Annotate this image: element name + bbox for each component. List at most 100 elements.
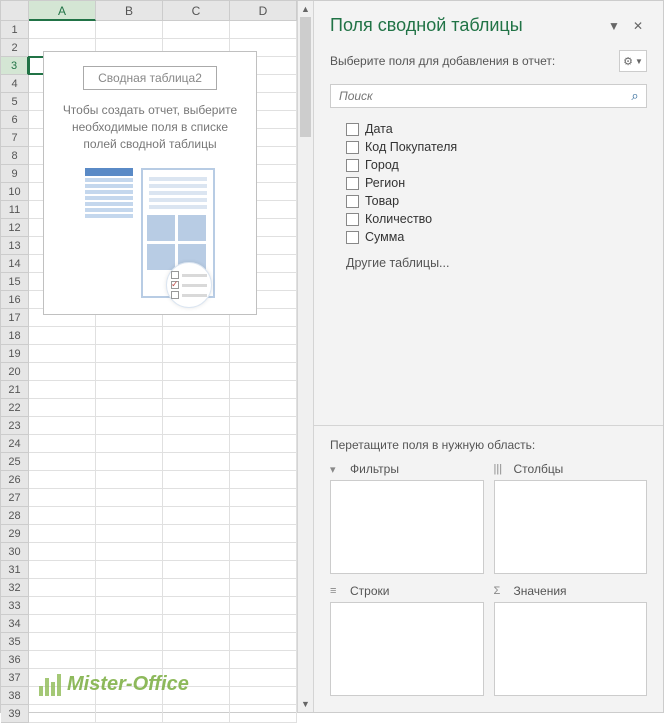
cell[interactable] <box>29 561 96 579</box>
row-header[interactable]: 31 <box>1 561 29 579</box>
cell[interactable] <box>96 543 163 561</box>
field-item[interactable]: Город <box>346 156 631 174</box>
cell[interactable] <box>163 597 230 615</box>
row-header[interactable]: 32 <box>1 579 29 597</box>
row-header[interactable]: 36 <box>1 651 29 669</box>
cell[interactable] <box>29 651 96 669</box>
cell[interactable] <box>29 615 96 633</box>
field-checkbox[interactable] <box>346 123 359 136</box>
row-header[interactable]: 4 <box>1 75 29 93</box>
cell[interactable] <box>163 435 230 453</box>
cell[interactable] <box>163 381 230 399</box>
col-header-b[interactable]: B <box>96 1 163 21</box>
scroll-down-arrow[interactable]: ▼ <box>298 696 313 712</box>
search-box[interactable]: ⌕ <box>330 84 647 108</box>
filters-dropbox[interactable] <box>330 480 484 574</box>
field-checkbox[interactable] <box>346 141 359 154</box>
field-checkbox[interactable] <box>346 213 359 226</box>
cell[interactable] <box>29 579 96 597</box>
row-header[interactable]: 27 <box>1 489 29 507</box>
row-header[interactable]: 24 <box>1 435 29 453</box>
row-header[interactable]: 16 <box>1 291 29 309</box>
cell[interactable] <box>163 615 230 633</box>
row-header[interactable]: 20 <box>1 363 29 381</box>
cell[interactable] <box>230 489 297 507</box>
cell[interactable] <box>230 597 297 615</box>
cell[interactable] <box>230 399 297 417</box>
field-item[interactable]: Количество <box>346 210 631 228</box>
row-header[interactable]: 37 <box>1 669 29 687</box>
cell[interactable] <box>230 705 297 723</box>
row-header[interactable]: 39 <box>1 705 29 723</box>
row-header[interactable]: 9 <box>1 165 29 183</box>
cell[interactable] <box>230 633 297 651</box>
cell[interactable] <box>96 615 163 633</box>
row-header[interactable]: 33 <box>1 597 29 615</box>
cell[interactable] <box>96 21 163 39</box>
panel-dropdown-icon[interactable]: ▼ <box>605 17 623 35</box>
field-item[interactable]: Товар <box>346 192 631 210</box>
cell[interactable] <box>29 345 96 363</box>
cell[interactable] <box>163 345 230 363</box>
cell[interactable] <box>96 327 163 345</box>
row-header[interactable]: 5 <box>1 93 29 111</box>
cell[interactable] <box>29 705 96 723</box>
cell[interactable] <box>29 525 96 543</box>
cell[interactable] <box>163 705 230 723</box>
cell[interactable] <box>96 633 163 651</box>
field-item[interactable]: Код Покупателя <box>346 138 631 156</box>
vertical-scrollbar[interactable]: ▲ ▼ <box>297 1 313 712</box>
cell[interactable] <box>29 435 96 453</box>
row-header[interactable]: 10 <box>1 183 29 201</box>
cell[interactable] <box>163 687 230 705</box>
cell[interactable] <box>163 327 230 345</box>
row-header[interactable]: 23 <box>1 417 29 435</box>
cell[interactable] <box>96 435 163 453</box>
columns-dropbox[interactable] <box>494 480 648 574</box>
col-header-a[interactable]: A <box>29 1 96 21</box>
cell[interactable] <box>96 417 163 435</box>
row-header[interactable]: 13 <box>1 237 29 255</box>
cell[interactable] <box>29 597 96 615</box>
row-header[interactable]: 2 <box>1 39 29 57</box>
cell[interactable] <box>163 525 230 543</box>
cell[interactable] <box>163 453 230 471</box>
cell[interactable] <box>163 21 230 39</box>
cell[interactable] <box>230 453 297 471</box>
cell[interactable] <box>96 507 163 525</box>
columns-zone[interactable]: ||| Столбцы <box>494 462 648 574</box>
cell[interactable] <box>230 615 297 633</box>
row-header[interactable]: 26 <box>1 471 29 489</box>
cell[interactable] <box>163 417 230 435</box>
cell[interactable] <box>29 669 96 687</box>
row-header[interactable]: 28 <box>1 507 29 525</box>
cell[interactable] <box>230 435 297 453</box>
scroll-thumb[interactable] <box>300 17 311 137</box>
row-header[interactable]: 3 <box>1 57 29 75</box>
cell[interactable] <box>29 489 96 507</box>
row-header[interactable]: 19 <box>1 345 29 363</box>
values-zone[interactable]: Σ Значения <box>494 584 648 696</box>
field-checkbox[interactable] <box>346 159 359 172</box>
cell[interactable] <box>230 543 297 561</box>
row-header[interactable]: 34 <box>1 615 29 633</box>
cell[interactable] <box>163 363 230 381</box>
cell[interactable] <box>29 543 96 561</box>
row-header[interactable]: 11 <box>1 201 29 219</box>
cell[interactable] <box>230 381 297 399</box>
search-input[interactable] <box>331 89 624 103</box>
spreadsheet-grid[interactable]: A B C D 12345678910111213141516171819202… <box>1 1 297 712</box>
cell[interactable] <box>96 489 163 507</box>
cell[interactable] <box>96 453 163 471</box>
cell[interactable] <box>96 597 163 615</box>
row-header[interactable]: 12 <box>1 219 29 237</box>
cell[interactable] <box>230 507 297 525</box>
row-header[interactable]: 22 <box>1 399 29 417</box>
rows-dropbox[interactable] <box>330 602 484 696</box>
filters-zone[interactable]: ▾ Фильтры <box>330 462 484 574</box>
cell[interactable] <box>96 561 163 579</box>
cell[interactable] <box>230 471 297 489</box>
field-item[interactable]: Сумма <box>346 228 631 246</box>
field-item[interactable]: Дата <box>346 120 631 138</box>
cell[interactable] <box>96 525 163 543</box>
